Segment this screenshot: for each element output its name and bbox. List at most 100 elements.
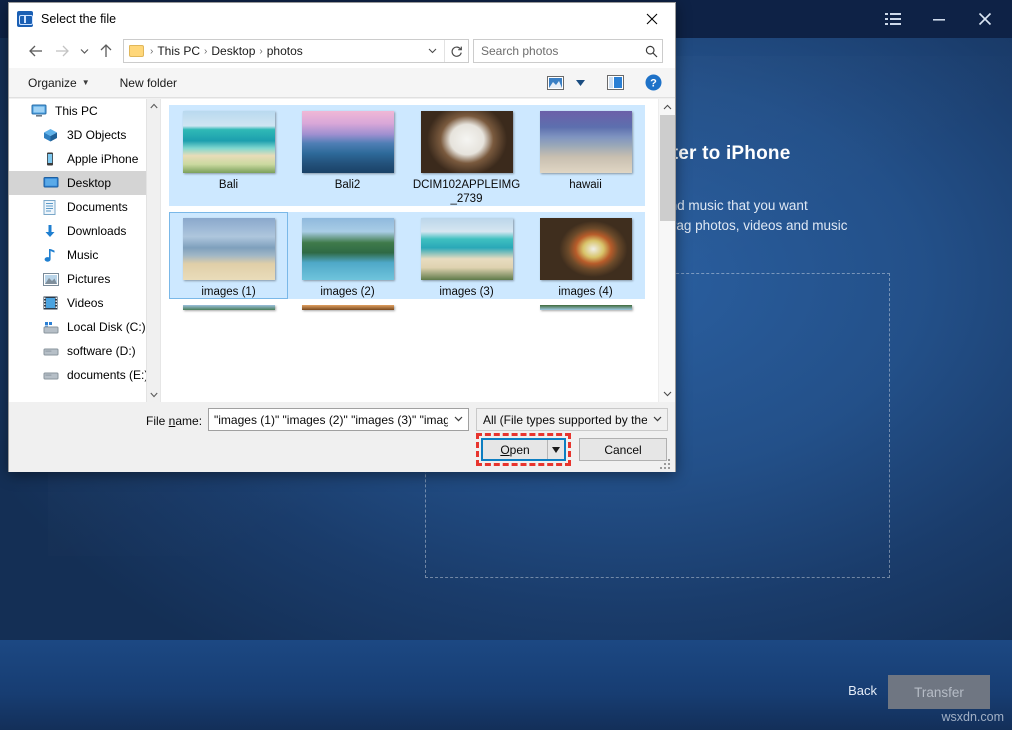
list-item[interactable]: hawaii [526,105,645,206]
tree-item-documents[interactable]: Documents [9,195,160,219]
navigation-tree-pane[interactable]: This PC 3D Objects Apple iPhone Desktop [9,99,161,402]
chevron-up-icon[interactable] [659,99,675,115]
thumbnail [183,111,275,173]
list-item[interactable]: images (1) [169,212,288,299]
cancel-button[interactable]: Cancel [579,438,667,461]
list-item[interactable] [526,305,645,315]
breadcrumb-item-photos[interactable]: photos [267,44,303,58]
search-input[interactable] [474,43,640,59]
chevron-down-icon[interactable] [147,388,160,402]
tree-item-label: Music [67,248,98,262]
tree-item-pictures[interactable]: Pictures [9,267,160,291]
tree-item-label: Downloads [67,224,126,238]
arrow-left-icon[interactable] [23,38,49,64]
refresh-icon[interactable] [444,40,468,62]
folder-icon [129,45,144,57]
list-icon[interactable] [870,0,916,38]
file-name-label: File name: [146,414,202,428]
tree-item-3d-objects[interactable]: 3D Objects [9,123,160,147]
open-button-highlight: Open [476,433,571,466]
thumbnail [421,218,513,280]
chevron-down-icon[interactable] [448,414,468,425]
download-icon [43,223,61,239]
list-item[interactable]: Bali2 [288,105,407,206]
tree-item-videos[interactable]: Videos [9,291,160,315]
file-name: hawaii [530,178,642,192]
search-icon[interactable] [640,45,662,58]
list-item[interactable]: images (3) [407,212,526,299]
file-name-input[interactable]: "images (1)" "images (2)" "images (3)" "… [209,413,448,427]
breadcrumb-separator: › [255,46,266,57]
list-item[interactable] [169,305,288,315]
thumbnail [302,305,394,310]
minimize-icon[interactable] [916,0,962,38]
tree-item-label: Local Disk (C:) [67,320,146,334]
chevron-down-icon[interactable] [647,414,667,425]
tree-item-label: 3D Objects [67,128,126,142]
list-item[interactable] [288,305,407,315]
file-name-combo[interactable]: "images (1)" "images (2)" "images (3)" "… [208,408,469,431]
transfer-button[interactable]: Transfer [888,675,990,709]
chevron-down-icon[interactable] [75,38,93,64]
close-icon[interactable] [629,3,675,34]
chevron-up-icon[interactable] [147,99,160,113]
file-thumbnail-grid: Bali Bali2 DCIM102APPLEIMG_2739 hawaii i [169,105,653,321]
file-list-scrollbar[interactable] [658,99,675,402]
breadcrumb-item-this-pc[interactable]: This PC [157,44,200,58]
tree-item-this-pc[interactable]: This PC [9,99,160,123]
back-button[interactable]: Back [848,683,877,698]
tree-item-desktop[interactable]: Desktop [9,171,160,195]
tree-item-label: Apple iPhone [67,152,138,166]
resize-grip[interactable] [660,457,672,469]
video-icon [43,295,61,311]
tree-item-label: Documents [67,200,128,214]
dialog-title: Select the file [41,12,116,26]
music-icon [43,247,61,263]
tree-scrollbar[interactable] [146,99,160,402]
open-dropdown-arrow[interactable] [547,440,564,459]
arrow-right-icon[interactable] [49,38,75,64]
view-layout-icon[interactable] [541,71,569,95]
tree-item-apple-iphone[interactable]: Apple iPhone [9,147,160,171]
breadcrumb[interactable]: › This PC › Desktop › photos [123,39,469,63]
thumbnail [302,218,394,280]
monitor-icon [31,103,49,119]
close-icon[interactable] [962,0,1008,38]
arrow-up-icon[interactable] [93,38,119,64]
tree-item-downloads[interactable]: Downloads [9,219,160,243]
list-item[interactable]: DCIM102APPLEIMG_2739 [407,105,526,206]
file-name: images (2) [292,285,404,299]
tree-item-music[interactable]: Music [9,243,160,267]
list-item[interactable]: images (2) [288,212,407,299]
file-type-value: All (File types supported by the [477,413,647,427]
file-name: Bali2 [292,178,404,192]
file-type-combo[interactable]: All (File types supported by the [476,408,668,431]
thumbnail [540,305,632,310]
tree-item-software-d[interactable]: software (D:) [9,339,160,363]
chevron-down-icon[interactable] [571,71,589,95]
list-item[interactable] [407,305,526,315]
chevron-down-icon: ▼ [82,78,90,87]
search-box[interactable] [473,39,663,63]
thumbnail [183,218,275,280]
breadcrumb-item-desktop[interactable]: Desktop [211,44,255,58]
help-icon[interactable]: ? [639,71,667,95]
file-list-pane[interactable]: Bali Bali2 DCIM102APPLEIMG_2739 hawaii i [161,99,675,402]
list-item[interactable]: images (4) [526,212,645,299]
tree-item-local-disk-c[interactable]: Local Disk (C:) [9,315,160,339]
tree-item-label: Videos [67,296,103,310]
organize-button[interactable]: Organize ▼ [19,71,99,95]
tree-item-label: This PC [55,104,98,118]
thumbnail [302,111,394,173]
preview-pane-icon[interactable] [601,71,629,95]
svg-text:?: ? [650,78,657,90]
chevron-down-icon[interactable] [421,46,444,57]
list-item[interactable]: Bali [169,105,288,206]
tree-item-documents-e[interactable]: documents (E:) [9,363,160,387]
scrollbar-thumb[interactable] [660,115,675,221]
chevron-down-icon[interactable] [659,386,675,402]
document-icon [43,199,61,215]
new-folder-button[interactable]: New folder [111,71,186,95]
open-button[interactable]: Open [481,438,566,461]
dialog-titlebar: Select the file [9,3,675,34]
